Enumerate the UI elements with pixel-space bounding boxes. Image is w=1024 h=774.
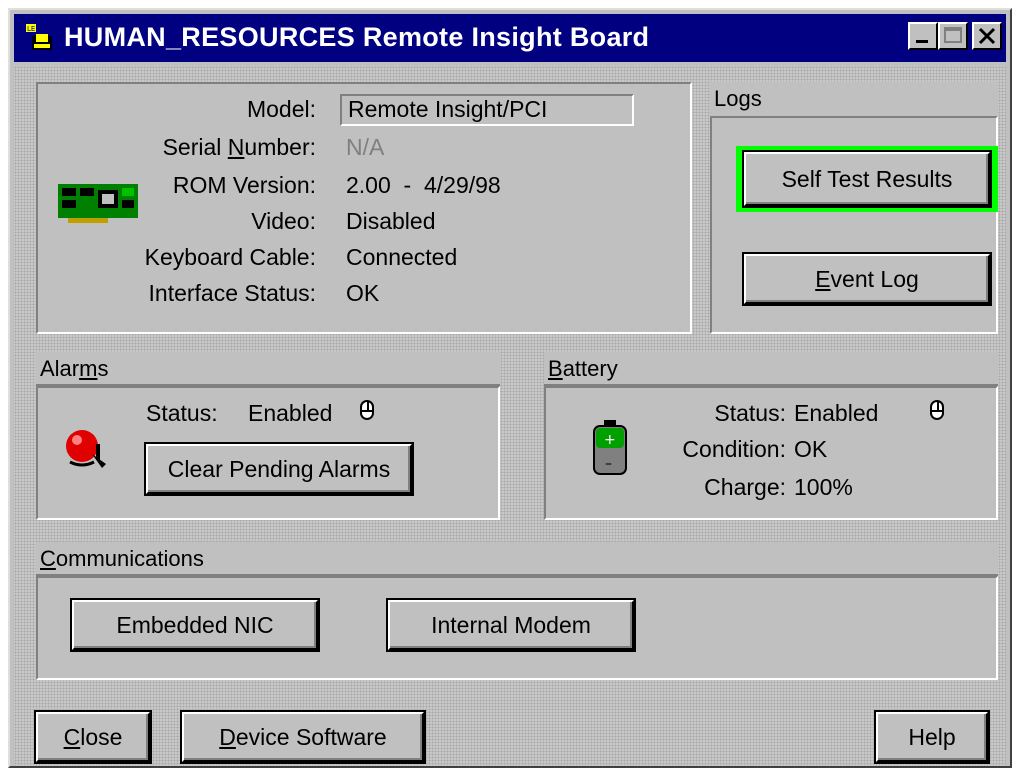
alarms-status-label: Status: bbox=[146, 400, 218, 426]
rom-version-label: ROM Version: bbox=[172, 172, 316, 198]
logs-panel: Self Test Results Event Log bbox=[710, 116, 998, 334]
maximize-button[interactable] bbox=[938, 22, 968, 50]
embedded-nic-button[interactable]: Embedded NIC bbox=[70, 598, 320, 652]
maximize-icon bbox=[944, 27, 962, 43]
serial-number-label: Serial Number: bbox=[162, 134, 316, 160]
close-window-button[interactable] bbox=[972, 22, 1002, 50]
communications-heading: Communications bbox=[36, 542, 998, 576]
battery-heading: Battery bbox=[544, 352, 998, 386]
logs-heading: Logs bbox=[710, 82, 998, 116]
minimize-icon bbox=[916, 40, 928, 43]
svg-text:LED: LED bbox=[27, 25, 41, 33]
window-title: HUMAN_RESOURCES Remote Insight Board bbox=[64, 22, 650, 52]
battery-status-label: Status: bbox=[714, 400, 786, 426]
alarm-bell-icon bbox=[66, 430, 106, 468]
alarms-heading: Alarms bbox=[36, 352, 500, 386]
serial-number-value: N/A bbox=[346, 134, 385, 160]
main-window: LED HUMAN_RESOURCES Remote Insight Board bbox=[8, 8, 1012, 768]
svg-text:–: – bbox=[605, 456, 612, 472]
title-bar[interactable]: LED HUMAN_RESOURCES Remote Insight Board bbox=[14, 14, 1006, 62]
interface-status-value: OK bbox=[346, 280, 380, 306]
battery-condition-label: Condition: bbox=[682, 436, 786, 462]
communications-panel: Embedded NIC Internal Modem bbox=[36, 576, 998, 680]
battery-charge-label: Charge: bbox=[704, 474, 786, 500]
event-log-button[interactable]: Event Log bbox=[742, 252, 992, 306]
battery-charge-value: 100% bbox=[794, 474, 853, 500]
keyboard-cable-value: Connected bbox=[346, 244, 458, 270]
mouse-icon bbox=[360, 400, 374, 420]
close-button[interactable]: Close bbox=[34, 710, 152, 764]
device-info-panel: Model: Remote Insight/PCI Serial Number:… bbox=[36, 82, 692, 334]
alarms-panel: Status: Enabled Clear Pending Alarms bbox=[36, 386, 500, 520]
video-label: Video: bbox=[251, 208, 316, 234]
keyboard-cable-label: Keyboard Cable: bbox=[144, 244, 316, 270]
model-field: Remote Insight/PCI bbox=[340, 94, 634, 126]
battery-icon: + – bbox=[593, 420, 627, 475]
battery-panel: + – Status: Enabled Condition: OK Charge… bbox=[544, 386, 998, 520]
model-label: Model: bbox=[246, 96, 316, 122]
device-software-button[interactable]: Device Software bbox=[180, 710, 426, 764]
svg-text:+: + bbox=[604, 432, 616, 448]
mouse-icon bbox=[930, 400, 944, 420]
interface-status-label: Interface Status: bbox=[148, 280, 316, 306]
alarms-status-value: Enabled bbox=[248, 400, 333, 426]
minimize-button[interactable] bbox=[908, 22, 938, 50]
battery-status-value: Enabled bbox=[794, 400, 879, 426]
video-value: Disabled bbox=[346, 208, 436, 234]
battery-condition-value: OK bbox=[794, 436, 828, 462]
client-area: Model: Remote Insight/PCI Serial Number:… bbox=[14, 66, 1006, 766]
self-test-results-button[interactable]: Self Test Results bbox=[742, 150, 992, 208]
clear-pending-alarms-button[interactable]: Clear Pending Alarms bbox=[144, 442, 414, 496]
close-icon bbox=[978, 27, 996, 45]
internal-modem-button[interactable]: Internal Modem bbox=[386, 598, 636, 652]
help-button[interactable]: Help bbox=[874, 710, 990, 764]
app-icon: LED bbox=[26, 24, 52, 50]
rom-version-value: 2.00 - 4/29/98 bbox=[346, 172, 501, 198]
